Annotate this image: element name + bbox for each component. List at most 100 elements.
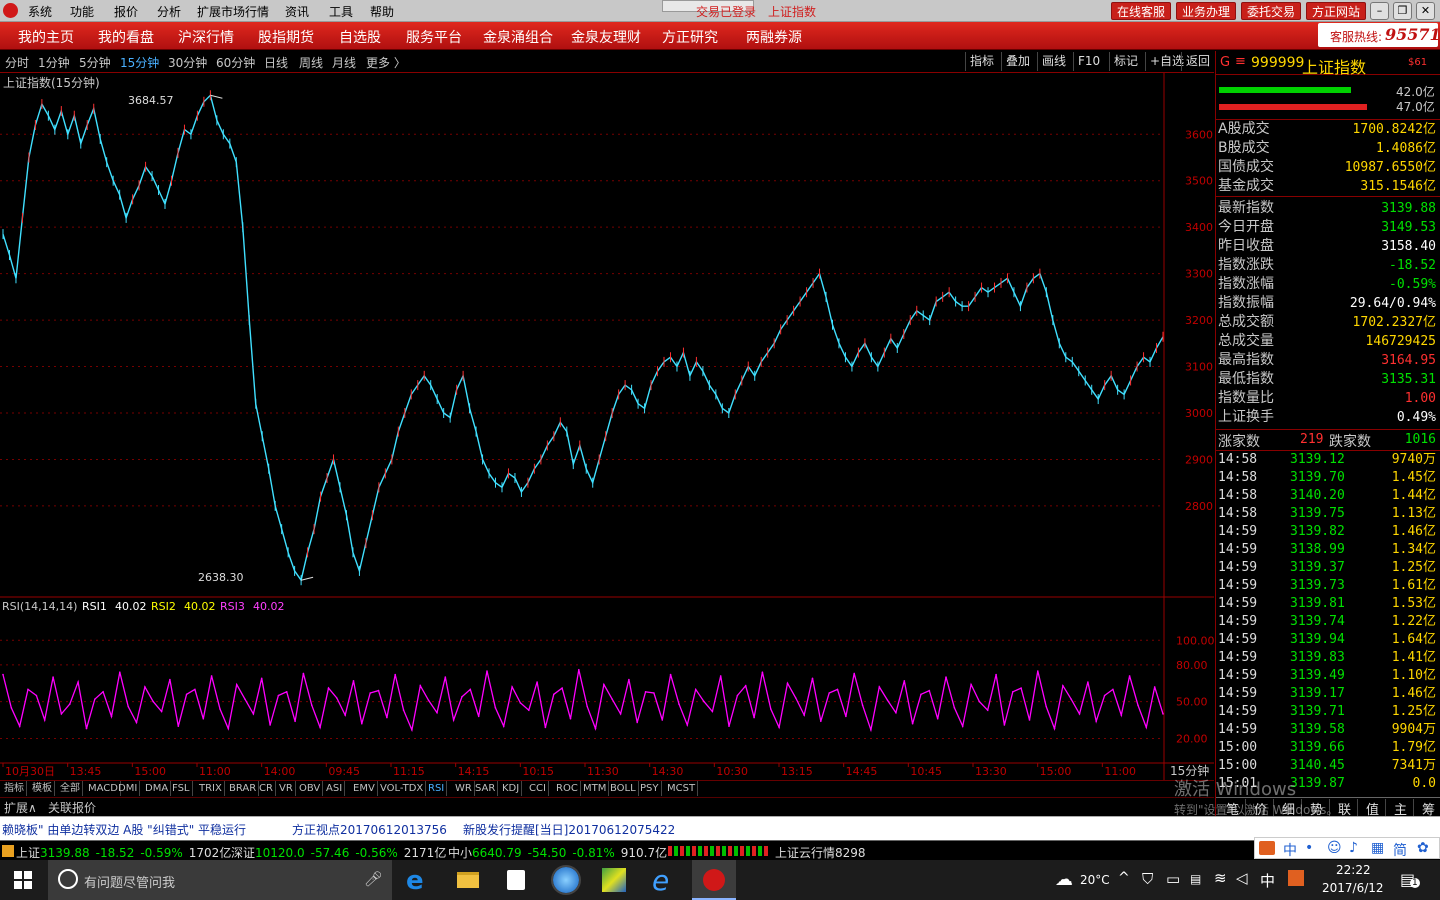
ime-voice-icon[interactable]: ♪ — [1349, 840, 1358, 856]
ime-simplified[interactable]: 简 — [1393, 840, 1407, 860]
menu-function[interactable]: 功能 — [70, 3, 94, 20]
nav-home[interactable]: 我的主页 — [18, 27, 74, 47]
period-monthly[interactable]: 月线 — [332, 54, 356, 71]
indicator-tab-mcst[interactable]: MCST — [665, 781, 699, 796]
indicator-tab-brar[interactable]: BRAR — [227, 781, 260, 796]
indicator-tab-mtm[interactable]: MTM — [581, 781, 610, 796]
indicator-tab-rsi[interactable]: RSI — [426, 781, 448, 796]
edge-icon[interactable]: e — [406, 866, 424, 896]
indicator-tab-wr[interactable]: WR — [453, 781, 475, 796]
minimize-icon[interactable]: – — [1370, 2, 1389, 20]
menu-analysis[interactable]: 分析 — [157, 3, 181, 20]
ie-icon[interactable]: e — [652, 864, 669, 897]
indicator-tab-obv[interactable]: OBV — [297, 781, 324, 796]
app-icon[interactable] — [602, 868, 626, 892]
chart-area[interactable]: 2800 2900 3000 3100 3200 3300 3400 3500 3600 10月3… — [0, 73, 1214, 790]
cloud-quote[interactable]: 上证云行情8298 — [775, 844, 866, 861]
nav-futures[interactable]: 股指期货 — [258, 27, 314, 47]
indicator-tab-模板[interactable]: 模板 — [30, 781, 55, 796]
nav-portfolio[interactable]: 金泉涌组合 — [483, 27, 553, 47]
business-button[interactable]: 业务办理 — [1176, 2, 1237, 20]
nav-service[interactable]: 服务平台 — [406, 27, 462, 47]
ime-chinese[interactable]: 中 — [1283, 840, 1297, 860]
tool-draw[interactable]: 画线 — [1037, 52, 1070, 71]
news-item[interactable]: 赖晓板" 由单边转双边 A股 "纠错式" 平稳运行 — [2, 821, 246, 838]
quote-0[interactable]: 上证3139.88 -18.52 -0.59% 1702亿 — [16, 844, 237, 861]
tab-extend[interactable]: 扩展∧ — [4, 799, 37, 816]
period-60min[interactable]: 60分钟 — [216, 54, 255, 71]
period-daily[interactable]: 日线 — [264, 54, 288, 71]
menu-system[interactable]: 系统 — [28, 3, 52, 20]
indicator-tab-sar[interactable]: SAR — [473, 781, 499, 796]
nav-finance[interactable]: 金泉友理财 — [571, 27, 641, 47]
store-icon[interactable] — [507, 870, 525, 890]
nav-watchlist[interactable]: 自选股 — [339, 27, 381, 47]
ime-logo-icon[interactable] — [1259, 841, 1275, 855]
defender-icon[interactable]: ⛉ — [1142, 870, 1153, 888]
ime-tray-icon[interactable] — [1288, 870, 1304, 886]
clock-date[interactable]: 2017/6/12 — [1322, 881, 1384, 895]
volume-icon[interactable]: ◁ — [1236, 869, 1248, 887]
tool-f10[interactable]: F10 — [1073, 52, 1104, 71]
wifi-icon[interactable]: ≋ — [1214, 869, 1227, 887]
indicator-tab-boll[interactable]: BOLL — [608, 781, 639, 796]
indicator-tab-trix[interactable]: TRIX — [197, 781, 225, 796]
search-box[interactable]: 有问题尽管问我 🎤︎ — [48, 860, 392, 900]
indicator-tab-cci[interactable]: CCI — [527, 781, 549, 796]
tool-indicator[interactable]: 指标 — [965, 52, 998, 71]
menu-icon[interactable]: ≡ — [1235, 54, 1246, 69]
battery-icon[interactable]: ▭ — [1166, 870, 1180, 888]
weather-icon[interactable]: ☁ — [1055, 869, 1073, 890]
indicator-tab-全部[interactable]: 全部 — [58, 781, 83, 796]
menu-extended-market[interactable]: 扩展市场行情 — [197, 3, 269, 20]
chevron-up-icon[interactable]: ^ — [1118, 870, 1130, 886]
indicator-tab-emv[interactable]: EMV — [351, 781, 378, 796]
tab-related-quote[interactable]: 关联报价 — [48, 799, 96, 816]
indicator-tab-roc[interactable]: ROC — [554, 781, 581, 796]
mic-icon[interactable]: 🎤︎ — [364, 870, 383, 888]
tool-overlay[interactable]: 叠加 — [1001, 52, 1034, 71]
ime-settings-icon[interactable]: ✿ — [1417, 840, 1429, 856]
ime-keyboard-icon[interactable]: ▦ — [1371, 840, 1384, 856]
period-weekly[interactable]: 周线 — [299, 54, 323, 71]
clock-time[interactable]: 22:22 — [1336, 863, 1371, 877]
indicator-tab-指标[interactable]: 指标 — [2, 781, 27, 796]
trade-button[interactable]: 委托交易 — [1241, 2, 1302, 20]
quote-1[interactable]: 深证10120.0 -57.46 -0.56% 2171亿 — [231, 844, 452, 861]
indicator-tab-vol-tdx[interactable]: VOL-TDX — [378, 781, 427, 796]
indicator-tab-psy[interactable]: PSY — [638, 781, 662, 796]
news-item[interactable]: 新股发行提醒[当日]20170612075422 — [463, 821, 675, 838]
indicator-tab-fsl[interactable]: FSL — [170, 781, 193, 796]
nav-watch[interactable]: 我的看盘 — [98, 27, 154, 47]
ime-punct-icon[interactable]: • — [1305, 840, 1313, 856]
indicator-tab-kdj[interactable]: KDJ — [500, 781, 523, 796]
nav-margin[interactable]: 两融券源 — [746, 27, 802, 47]
explorer-icon[interactable] — [457, 872, 479, 888]
menu-quote[interactable]: 报价 — [114, 3, 138, 20]
menu-tools[interactable]: 工具 — [329, 3, 353, 20]
close-icon[interactable]: ✕ — [1416, 2, 1435, 20]
menu-help[interactable]: 帮助 — [370, 3, 394, 20]
tick-list[interactable]: 14:58 3139.12 9740万 14:58 3139.70 1.45亿 14:58 3… — [1216, 451, 1440, 796]
menu-news[interactable]: 资讯 — [285, 3, 309, 20]
website-button[interactable]: 方正网站 — [1306, 2, 1367, 20]
ime-emoji-icon[interactable]: ☺ — [1327, 840, 1342, 856]
restore-icon[interactable]: ❐ — [1393, 2, 1412, 20]
input-method[interactable]: 中 — [1260, 870, 1275, 891]
period-5min[interactable]: 5分钟 — [79, 54, 111, 71]
quote-2[interactable]: 中小6640.79 -54.50 -0.81% 910.7亿 — [448, 844, 673, 861]
tool-back[interactable]: 返回 — [1181, 52, 1214, 71]
globe-icon[interactable] — [551, 865, 581, 895]
nav-research[interactable]: 方正研究 — [662, 27, 718, 47]
indicator-tab-cr[interactable]: CR — [257, 781, 276, 796]
start-icon[interactable] — [14, 871, 32, 889]
nav-market[interactable]: 沪深行情 — [178, 27, 234, 47]
indicator-tab-asi[interactable]: ASI — [324, 781, 346, 796]
online-service-button[interactable]: 在线客服 — [1111, 2, 1172, 20]
indicator-tab-dma[interactable]: DMA — [143, 781, 172, 796]
keyboard-icon[interactable]: ▤ — [1190, 872, 1201, 886]
period-1min[interactable]: 1分钟 — [38, 54, 70, 71]
news-item[interactable]: 方正视点20170612013756 — [292, 821, 447, 838]
period-30min[interactable]: 30分钟 — [168, 54, 207, 71]
period-15min[interactable]: 15分钟 — [120, 54, 159, 71]
